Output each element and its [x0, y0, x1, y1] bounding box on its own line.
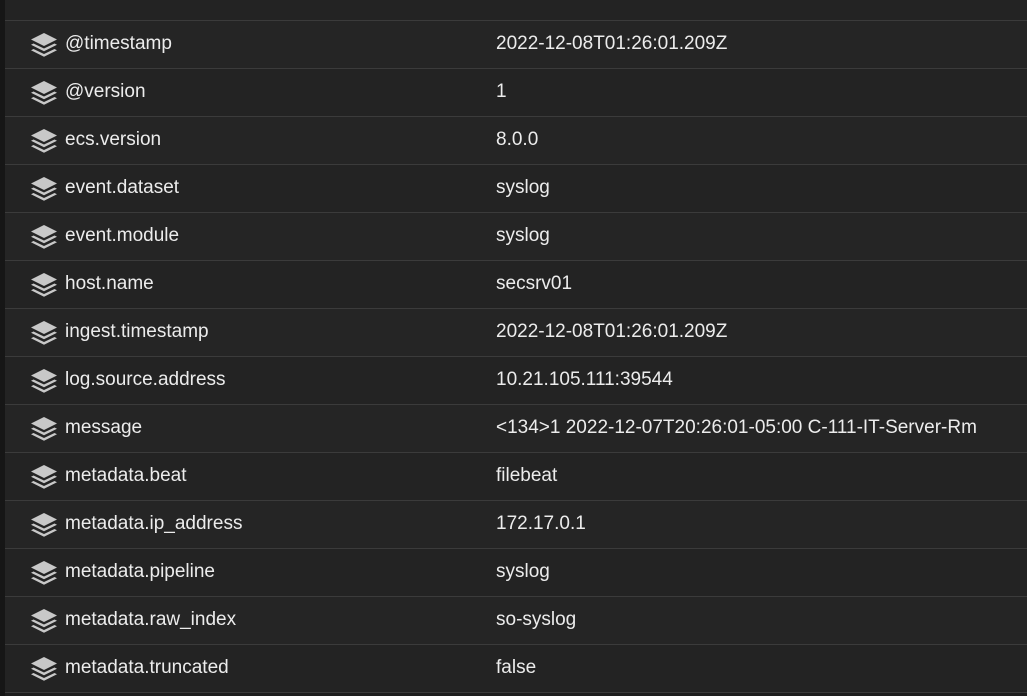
field-name: @version: [65, 81, 146, 102]
layers-icon[interactable]: [29, 223, 59, 251]
field-name: metadata.raw_index: [65, 609, 237, 630]
field-name: ingest.timestamp: [65, 321, 209, 342]
layers-icon[interactable]: [29, 607, 59, 635]
field-value: 1: [496, 81, 507, 102]
layers-icon[interactable]: [29, 31, 59, 59]
table-header-spacer: [5, 0, 1027, 21]
field-value: filebeat: [496, 465, 558, 486]
table-row: ingest.timestamp 2022-12-08T01:26:01.209Z: [5, 309, 1027, 357]
layers-icon[interactable]: [29, 463, 59, 491]
field-value: 172.17.0.1: [496, 513, 586, 534]
table-row: host.name secsrv01: [5, 261, 1027, 309]
layers-icon[interactable]: [29, 655, 59, 683]
field-value: 2022-12-08T01:26:01.209Z: [496, 33, 728, 54]
field-name: ecs.version: [65, 129, 162, 150]
field-value: <134>1 2022-12-07T20:26:01-05:00 C-111-I…: [496, 417, 977, 438]
table-row: log.source.address 10.21.105.111:39544: [5, 357, 1027, 405]
layers-icon[interactable]: [29, 559, 59, 587]
layers-icon[interactable]: [29, 79, 59, 107]
table-row: @version 1: [5, 69, 1027, 117]
field-name: metadata.truncated: [65, 657, 229, 678]
field-name: event.dataset: [65, 177, 180, 198]
table-row: event.module syslog: [5, 213, 1027, 261]
field-value: secsrv01: [496, 273, 573, 294]
field-value: 8.0.0: [496, 129, 539, 150]
layers-icon[interactable]: [29, 271, 59, 299]
field-value: false: [496, 657, 537, 678]
table-row: ecs.version 8.0.0: [5, 117, 1027, 165]
field-value: syslog: [496, 177, 550, 198]
field-name: log.source.address: [65, 369, 226, 390]
layers-icon[interactable]: [29, 319, 59, 347]
event-details-panel: @timestamp 2022-12-08T01:26:01.209Z @versi…: [0, 0, 1027, 696]
table-row: metadata.pipeline syslog: [5, 549, 1027, 597]
table-row: metadata.ip_address 172.17.0.1: [5, 501, 1027, 549]
layers-icon[interactable]: [29, 127, 59, 155]
field-name: message: [65, 417, 143, 438]
field-name: @timestamp: [65, 33, 172, 54]
field-value: 10.21.105.111:39544: [496, 369, 673, 390]
table-row: metadata.raw_index so-syslog: [5, 597, 1027, 645]
field-value: 2022-12-08T01:26:01.209Z: [496, 321, 728, 342]
layers-icon[interactable]: [29, 175, 59, 203]
table-row: metadata.beat filebeat: [5, 453, 1027, 501]
table-row: @timestamp 2022-12-08T01:26:01.209Z: [5, 21, 1027, 69]
field-value: syslog: [496, 225, 550, 246]
table-row: event.dataset syslog: [5, 165, 1027, 213]
field-name: metadata.ip_address: [65, 513, 243, 534]
layers-icon[interactable]: [29, 415, 59, 443]
field-value: so-syslog: [496, 609, 577, 630]
field-name: metadata.beat: [65, 465, 187, 486]
field-name: host.name: [65, 273, 154, 294]
layers-icon[interactable]: [29, 511, 59, 539]
table-row: message <134>1 2022-12-07T20:26:01-05:00 …: [5, 405, 1027, 453]
layers-icon[interactable]: [29, 367, 59, 395]
table-row: metadata.truncated false: [5, 645, 1027, 693]
field-name: metadata.pipeline: [65, 561, 215, 582]
field-value: syslog: [496, 561, 550, 582]
field-table: @timestamp 2022-12-08T01:26:01.209Z @versi…: [5, 0, 1027, 693]
field-name: event.module: [65, 225, 180, 246]
